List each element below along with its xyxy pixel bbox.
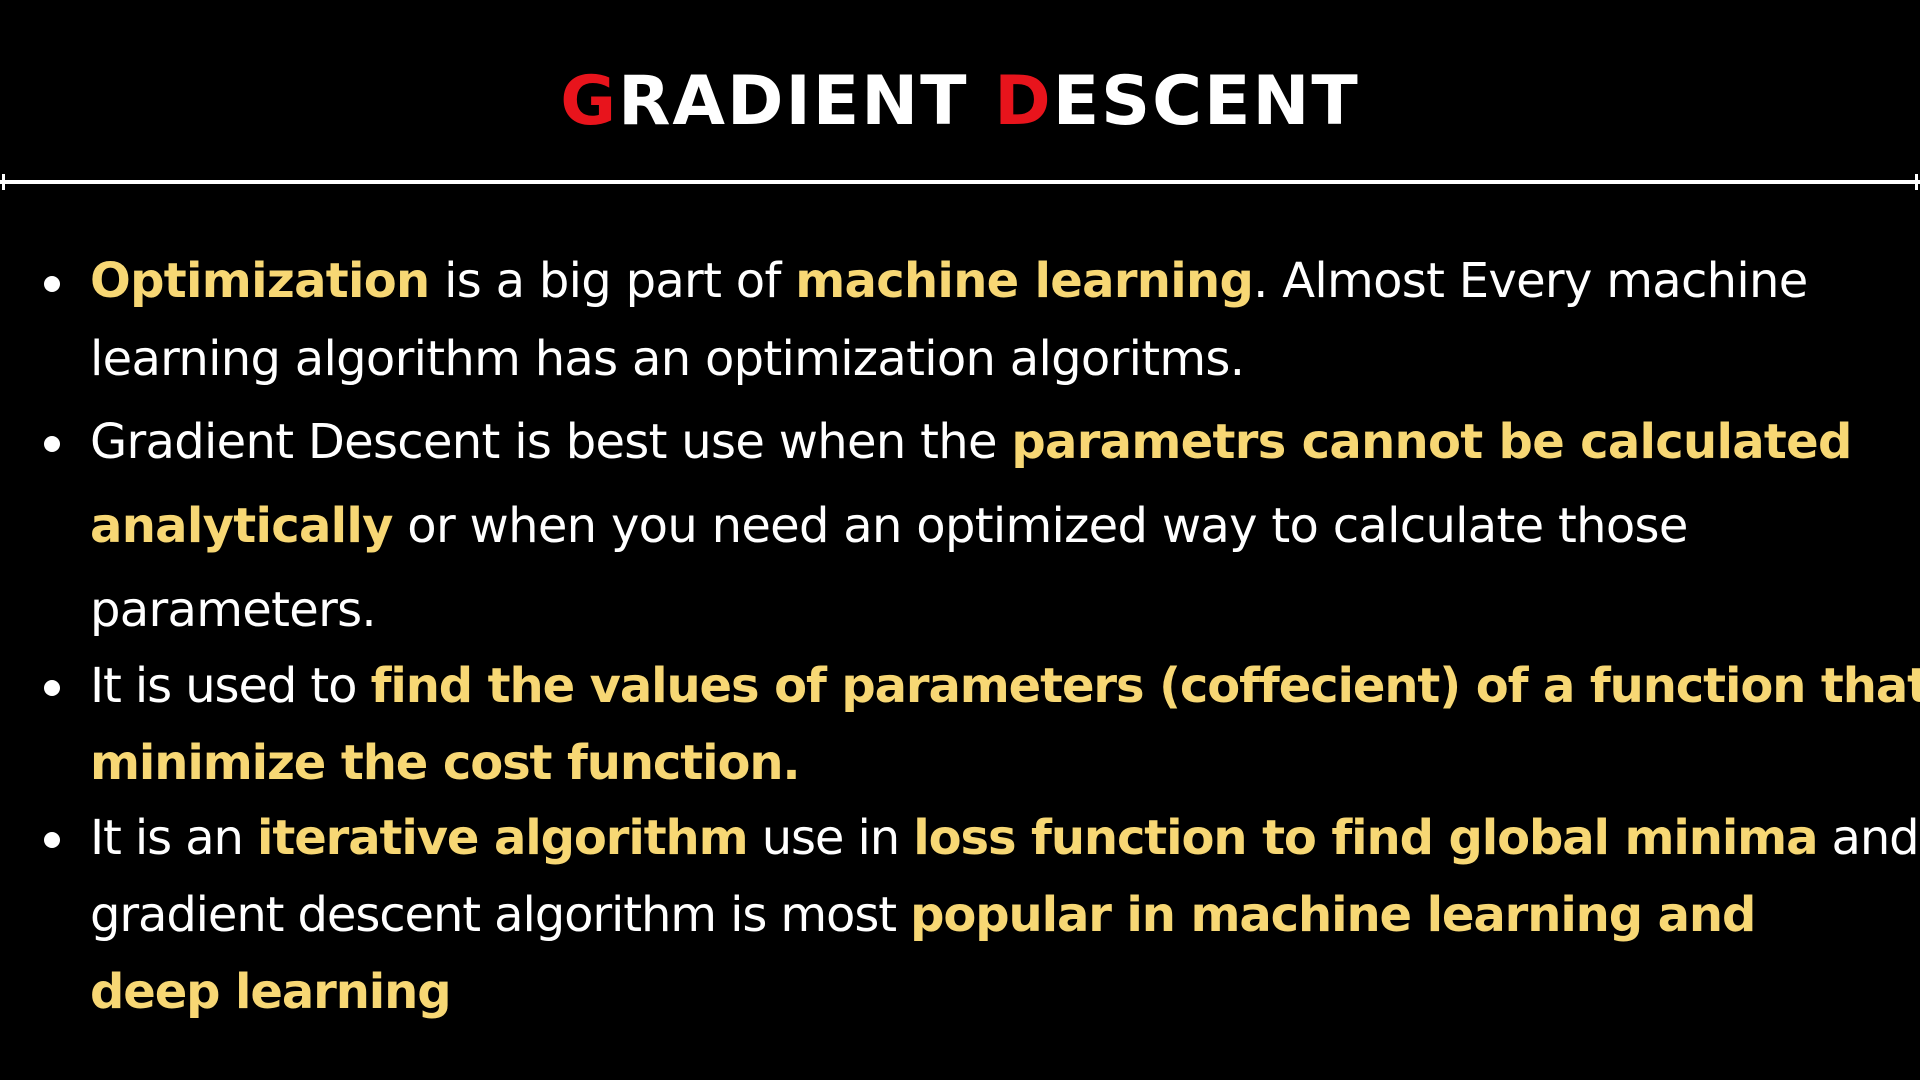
highlight-text: minimize the cost function. xyxy=(90,735,801,791)
bullet-line: parameters. xyxy=(90,568,1910,652)
body-text: It is an xyxy=(90,810,258,866)
bullet-line: gradient descent algorithm is most popul… xyxy=(90,877,1910,954)
body-text: . Almost Every machine xyxy=(1253,253,1808,309)
body-text: gradient descent algorithm is most xyxy=(90,887,911,943)
bullet-dot-icon xyxy=(44,680,60,696)
bullet-line: Optimization is a big part of machine le… xyxy=(90,242,1910,320)
bullet-item-when-to-use: Gradient Descent is best use when the pa… xyxy=(0,400,1920,652)
body-text: It is used to xyxy=(90,658,371,714)
title-initial-d: D xyxy=(994,62,1053,141)
bullet-line: analytically or when you need an optimiz… xyxy=(90,484,1910,568)
highlight-text: analytically xyxy=(90,498,393,554)
bullet-line: learning algorithm has an optimization a… xyxy=(90,320,1910,398)
slide-title: GRADIENT DESCENT xyxy=(0,62,1920,142)
bullet-list: Optimization is a big part of machine le… xyxy=(0,242,1920,1031)
bullet-item-iterative: It is an iterative algorithm use in loss… xyxy=(0,800,1920,1031)
bullet-line: deep learning xyxy=(90,954,1910,1031)
title-initial-g: G xyxy=(560,62,619,141)
title-space xyxy=(969,62,995,141)
bullet-dot-icon xyxy=(44,436,60,452)
body-text: parameters. xyxy=(90,582,377,638)
bullet-line: It is used to find the values of paramet… xyxy=(90,648,1920,725)
title-divider-left-cap xyxy=(2,174,5,190)
body-text: Gradient Descent is best use when the xyxy=(90,414,1012,470)
highlight-text: machine learning xyxy=(795,253,1254,309)
title-word-descent-rest: ESCENT xyxy=(1052,62,1360,141)
highlight-text: deep learning xyxy=(90,964,452,1020)
bullet-line: Gradient Descent is best use when the pa… xyxy=(90,400,1910,484)
highlight-text: popular in machine learning and xyxy=(910,887,1756,943)
body-text: and xyxy=(1817,810,1920,866)
highlight-text: Optimization xyxy=(90,253,430,309)
highlight-text: loss function to find global minima xyxy=(913,810,1818,866)
bullet-item-purpose: It is used to find the values of paramet… xyxy=(0,648,1920,802)
bullet-line: It is an iterative algorithm use in loss… xyxy=(90,800,1920,877)
highlight-text: find the values of parameters (coffecien… xyxy=(370,658,1920,714)
highlight-text: parametrs cannot be calculated xyxy=(1011,414,1852,470)
bullet-dot-icon xyxy=(44,276,60,292)
body-text: is a big part of xyxy=(429,253,796,309)
bullet-item-optimization: Optimization is a big part of machine le… xyxy=(0,242,1920,398)
title-divider xyxy=(0,180,1920,184)
highlight-text: iterative algorithm xyxy=(257,810,749,866)
body-text: or when you need an optimized way to cal… xyxy=(392,498,1688,554)
title-word-gradient-rest: RADIENT xyxy=(618,62,969,141)
bullet-line: minimize the cost function. xyxy=(90,725,1910,802)
body-text: use in xyxy=(747,810,914,866)
bullet-dot-icon xyxy=(44,832,60,848)
title-divider-right-cap xyxy=(1915,174,1918,190)
body-text: learning algorithm has an optimization a… xyxy=(90,331,1245,387)
